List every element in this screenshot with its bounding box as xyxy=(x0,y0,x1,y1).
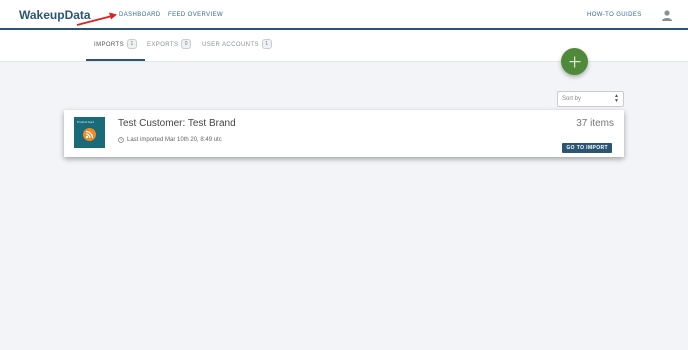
clock-icon xyxy=(118,137,124,143)
tab-user-accounts-label: USER ACCOUNTS xyxy=(202,42,259,48)
tab-user-accounts[interactable]: USER ACCOUNTS 1 xyxy=(202,30,272,61)
last-imported-text: Last imported Mar 10th 20, 8:49 utc xyxy=(127,137,222,143)
nav-how-to-guides-link[interactable]: HOW-TO GUIDES xyxy=(587,12,642,18)
feed-card: Product feed Test Customer: Test Brand L… xyxy=(64,110,624,157)
tab-imports-label: IMPORTS xyxy=(94,42,125,48)
rss-icon xyxy=(83,128,96,141)
tab-user-accounts-count: 1 xyxy=(261,39,272,50)
tab-imports-count: 1 xyxy=(127,39,138,50)
user-icon[interactable] xyxy=(661,9,673,21)
add-import-button[interactable] xyxy=(561,48,588,75)
nav-feed-overview-link[interactable]: FEED OVERVIEW xyxy=(168,12,223,18)
item-count: 37 items xyxy=(576,118,614,129)
tab-imports[interactable]: IMPORTS 1 xyxy=(86,30,146,61)
feed-title[interactable]: Test Customer: Test Brand xyxy=(118,118,236,129)
feed-thumbnail: Product feed xyxy=(74,117,105,148)
tab-exports-label: EXPORTS xyxy=(147,42,179,48)
nav-dashboard-link[interactable]: DASHBOARD xyxy=(119,12,161,18)
sort-arrows-icon: ▲ ▼ xyxy=(614,93,619,104)
go-to-import-button[interactable]: GO TO IMPORT xyxy=(562,143,612,153)
thumbnail-caption: Product feed xyxy=(77,120,95,124)
tab-exports-count: 0 xyxy=(181,39,192,50)
annotation-arrow-icon xyxy=(76,12,117,26)
tab-exports[interactable]: EXPORTS 0 xyxy=(147,30,192,61)
sort-by-value: Sort by xyxy=(562,96,582,102)
sort-by-select[interactable]: Sort by ▲ ▼ xyxy=(557,91,624,107)
